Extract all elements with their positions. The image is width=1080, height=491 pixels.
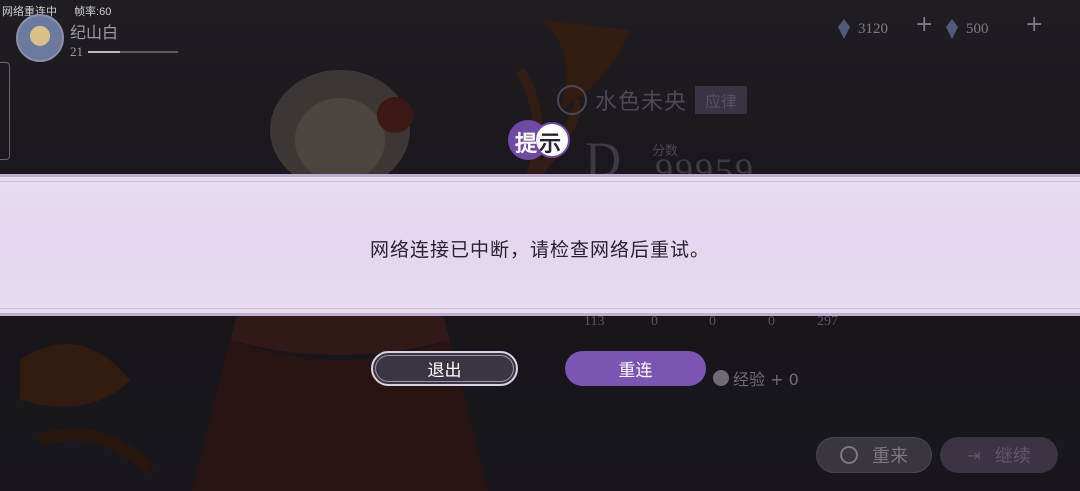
reconnect-button[interactable]: 重连	[565, 351, 706, 386]
retry-icon	[840, 446, 858, 464]
currency-value: 3120	[858, 20, 888, 37]
dialog-title: 提示	[508, 120, 570, 160]
retry-label: 重来	[872, 446, 908, 467]
exit-arrow-icon: ⇥	[967, 445, 981, 465]
level-progress-bar	[88, 51, 178, 53]
retry-button[interactable]: 重来	[816, 437, 932, 473]
stat-value: 0	[709, 314, 716, 329]
crystal-icon	[838, 19, 850, 39]
add-currency-button[interactable]: +	[915, 12, 933, 37]
exit-button[interactable]: 退出	[371, 351, 518, 386]
song-title: 水色未央	[595, 90, 688, 115]
continue-button[interactable]: ⇥ 继续	[940, 437, 1058, 473]
stat-value: 0	[768, 314, 775, 329]
stat-value: 297	[817, 314, 838, 329]
song-icon	[557, 85, 587, 115]
player-level: 21	[70, 44, 83, 59]
continue-label: 继续	[994, 446, 1031, 467]
currency-crystal-b: 500	[946, 14, 989, 44]
avatar[interactable]	[16, 14, 64, 62]
exp-icon	[713, 370, 729, 386]
dialog-panel: 网络连接已中断，请检查网络后重试。	[0, 174, 1080, 316]
exp-gain: 经验 + 0	[713, 366, 799, 390]
add-currency-button[interactable]: +	[1025, 12, 1043, 37]
crystal-icon	[946, 19, 958, 39]
level-progress-fill	[88, 51, 120, 53]
player-name: 纪山白	[70, 23, 119, 42]
title-char-1: 提	[515, 131, 540, 157]
song-header: 水色未央 应律	[557, 84, 748, 116]
dialog-message: 网络连接已中断，请检查网络后重试。	[369, 239, 710, 261]
currency-value: 500	[966, 20, 989, 37]
stat-value: 113	[584, 314, 605, 329]
exp-text: 经验 + 0	[733, 370, 799, 389]
title-char-2: 示	[539, 131, 564, 157]
side-drawer-handle[interactable]	[0, 62, 10, 160]
currency-crystal-a: 3120	[838, 14, 888, 44]
song-tag: 应律	[695, 86, 748, 114]
player-info[interactable]: 纪山白 21	[16, 14, 216, 64]
stat-value: 0	[651, 314, 658, 329]
